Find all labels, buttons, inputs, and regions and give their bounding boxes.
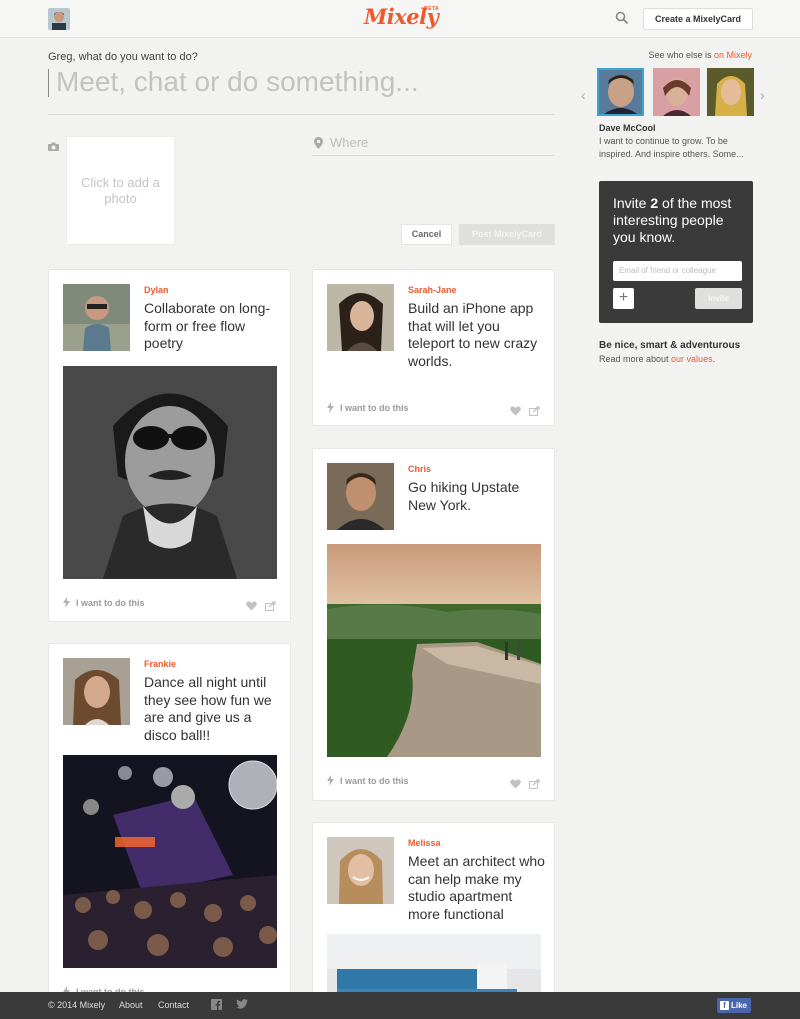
card-author[interactable]: Sarah-Jane (408, 285, 457, 295)
want-to-do-button[interactable]: I want to do this (327, 775, 409, 786)
top-header: Mixely BETA Create a MixelyCard (0, 0, 800, 38)
card-footer: I want to do this (327, 775, 540, 791)
mixely-logo[interactable]: Mixely BETA (364, 4, 440, 29)
invite-email-input[interactable]: Email of friend or colleague (613, 261, 742, 281)
where-placeholder: Where (330, 135, 369, 150)
where-input[interactable]: Where (312, 130, 555, 156)
facebook-like-button[interactable]: f Like (717, 998, 751, 1013)
lightning-icon (63, 597, 70, 608)
card-avatar[interactable] (63, 658, 130, 725)
composer-input[interactable]: Meet, chat or do something... (48, 64, 555, 115)
lightning-icon (327, 402, 334, 413)
lightning-icon (327, 775, 334, 786)
user-avatar[interactable] (48, 8, 70, 30)
invite-title: Invite 2 of the most interesting people … (613, 195, 732, 245)
card-footer: I want to do this (327, 402, 540, 418)
composer-placeholder: Meet, chat or do something... (56, 66, 419, 97)
heart-icon[interactable] (510, 403, 521, 421)
post-mixelycard-button[interactable]: Post MixelyCard (459, 224, 555, 245)
values-heading: Be nice, smart & adventurous (599, 340, 741, 351)
footer-bar: © 2014 Mixely About Contact f Like (0, 992, 800, 1019)
card-photo[interactable] (63, 366, 277, 579)
mixely-card: Chris Go hiking Upstate New York. I want… (312, 448, 555, 801)
card-text: Dance all night until they see how fun w… (144, 674, 272, 743)
facebook-f-icon: f (720, 1001, 729, 1010)
facebook-icon[interactable] (211, 999, 222, 1012)
invite-panel: Invite 2 of the most interesting people … (599, 181, 753, 323)
featured-member-description: I want to continue to grow. To be inspir… (599, 136, 744, 159)
card-author[interactable]: Frankie (144, 659, 176, 669)
cancel-button[interactable]: Cancel (401, 224, 452, 245)
card-author[interactable]: Chris (408, 464, 431, 474)
heart-icon[interactable] (510, 776, 521, 794)
mixely-card: Dylan Collaborate on long-form or free f… (48, 269, 291, 622)
search-icon[interactable] (615, 11, 631, 27)
add-photo-area[interactable]: Click to add a photo (66, 136, 175, 245)
card-author[interactable]: Dylan (144, 285, 169, 295)
chevron-left-icon[interactable]: ‹ (581, 87, 586, 103)
card-text: Collaborate on long-form or free flow po… (144, 300, 271, 352)
on-mixely-link[interactable]: on Mixely (714, 50, 752, 60)
values-text: Read more about our values. (599, 354, 716, 364)
card-text: Meet an architect who can help make my s… (408, 853, 545, 922)
card-photo[interactable] (327, 544, 541, 757)
our-values-link[interactable]: our values (671, 354, 713, 364)
beta-badge: BETA (424, 6, 440, 12)
about-link[interactable]: About (119, 1000, 143, 1010)
featured-member-name[interactable]: Dave McCool (599, 123, 656, 133)
card-avatar[interactable] (63, 284, 130, 351)
mixely-card: Melissa Meet an architect who can help m… (312, 822, 555, 1019)
mixely-card: Frankie Dance all night until they see h… (48, 643, 291, 1003)
text-caret (48, 69, 49, 97)
chevron-right-icon[interactable]: › (760, 87, 765, 103)
member-avatar[interactable] (707, 68, 754, 116)
invite-button[interactable]: Invite (695, 288, 742, 309)
location-pin-icon (314, 136, 323, 154)
create-mixelycard-button[interactable]: Create a MixelyCard (643, 8, 753, 30)
share-icon[interactable] (529, 403, 540, 421)
card-avatar[interactable] (327, 284, 394, 351)
card-photo[interactable] (63, 755, 277, 968)
card-text: Build an iPhone app that will let you te… (408, 300, 538, 369)
card-footer: I want to do this (63, 597, 276, 613)
see-who-text: See who else is on Mixely (648, 50, 752, 60)
card-avatar[interactable] (327, 837, 394, 904)
twitter-icon[interactable] (236, 999, 248, 1011)
card-text: Go hiking Upstate New York. (408, 479, 520, 513)
contact-link[interactable]: Contact (158, 1000, 189, 1010)
card-avatar[interactable] (327, 463, 394, 530)
member-avatar-selected[interactable] (597, 68, 644, 116)
share-icon[interactable] (529, 776, 540, 794)
member-avatar[interactable] (653, 68, 700, 116)
card-author[interactable]: Melissa (408, 838, 441, 848)
camera-icon[interactable] (48, 138, 59, 151)
heart-icon[interactable] (246, 598, 257, 616)
want-to-do-button[interactable]: I want to do this (63, 597, 145, 608)
composer-prompt: Greg, what do you want to do? (48, 51, 198, 63)
copyright: © 2014 Mixely (48, 1000, 106, 1010)
want-to-do-button[interactable]: I want to do this (327, 402, 409, 413)
mixely-card: Sarah-Jane Build an iPhone app that will… (312, 269, 555, 426)
add-email-button[interactable]: + (613, 288, 634, 309)
share-icon[interactable] (265, 598, 276, 616)
